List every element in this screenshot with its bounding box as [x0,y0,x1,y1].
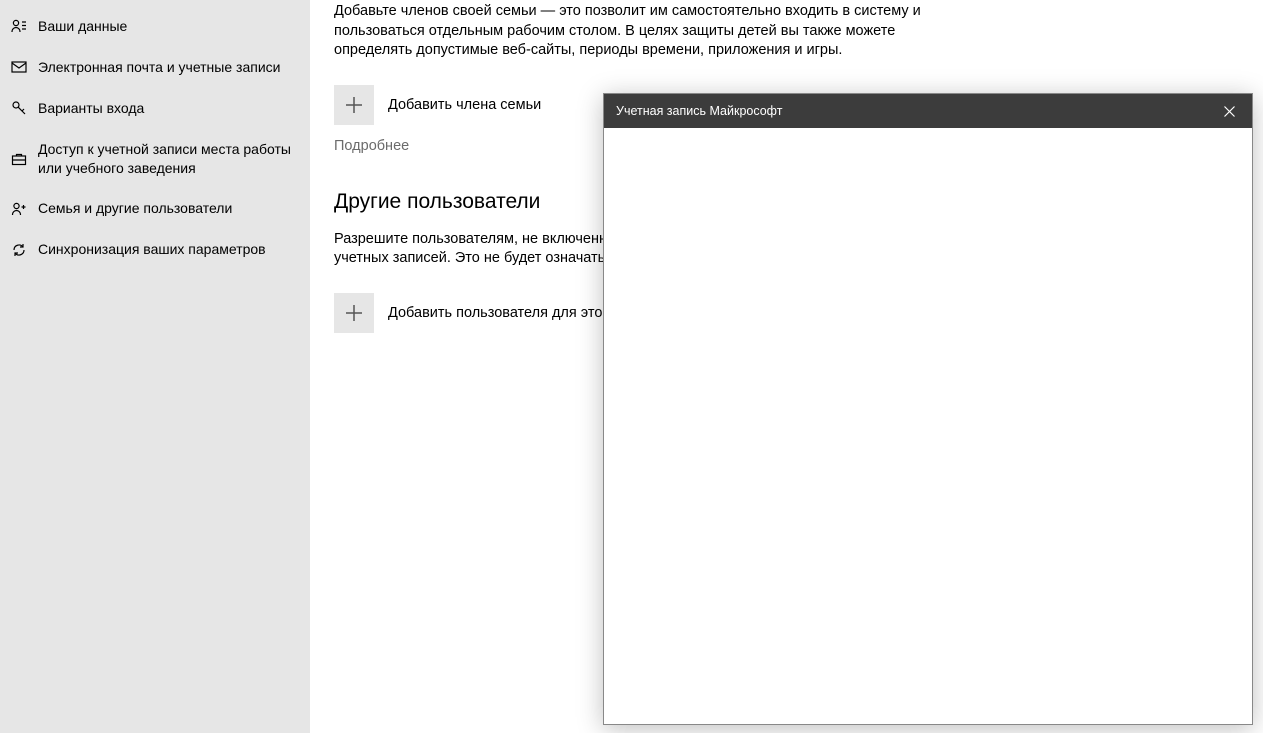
plus-icon [334,293,374,333]
dialog-body [604,128,1252,724]
sidebar-item-sync[interactable]: Синхронизация ваших параметров [0,229,310,270]
sidebar-item-label: Доступ к учетной записи места работы или… [38,140,298,178]
person-card-icon [8,18,30,34]
dialog-title: Учетная запись Майкрософт [616,104,1207,118]
learn-more-link[interactable]: Подробнее [334,138,409,154]
sidebar-item-email-accounts[interactable]: Электронная почта и учетные записи [0,47,310,88]
dialog-close-button[interactable] [1207,94,1252,128]
mail-icon [8,59,30,75]
sidebar-item-label: Семья и другие пользователи [38,199,232,218]
family-intro-text: Добавьте членов своей семьи — это позвол… [334,2,926,61]
sidebar-item-your-info[interactable]: Ваши данные [0,6,310,47]
sidebar-item-family-users[interactable]: Семья и другие пользователи [0,188,310,229]
dialog-titlebar: Учетная запись Майкрософт [604,94,1252,128]
sync-icon [8,242,30,258]
settings-sidebar: Ваши данные Электронная почта и учетные … [0,0,310,733]
close-icon [1224,106,1235,117]
sidebar-item-label: Синхронизация ваших параметров [38,240,266,259]
microsoft-account-dialog: Учетная запись Майкрософт [603,93,1253,725]
sidebar-item-label: Ваши данные [38,17,127,36]
sidebar-item-label: Варианты входа [38,99,144,118]
sidebar-item-label: Электронная почта и учетные записи [38,58,280,77]
sidebar-item-signin-options[interactable]: Варианты входа [0,88,310,129]
sidebar-item-work-school[interactable]: Доступ к учетной записи места работы или… [0,129,310,189]
briefcase-icon [8,151,30,167]
plus-icon [334,85,374,125]
add-family-label: Добавить члена семьи [388,97,541,113]
key-icon [8,100,30,116]
person-plus-icon [8,201,30,217]
